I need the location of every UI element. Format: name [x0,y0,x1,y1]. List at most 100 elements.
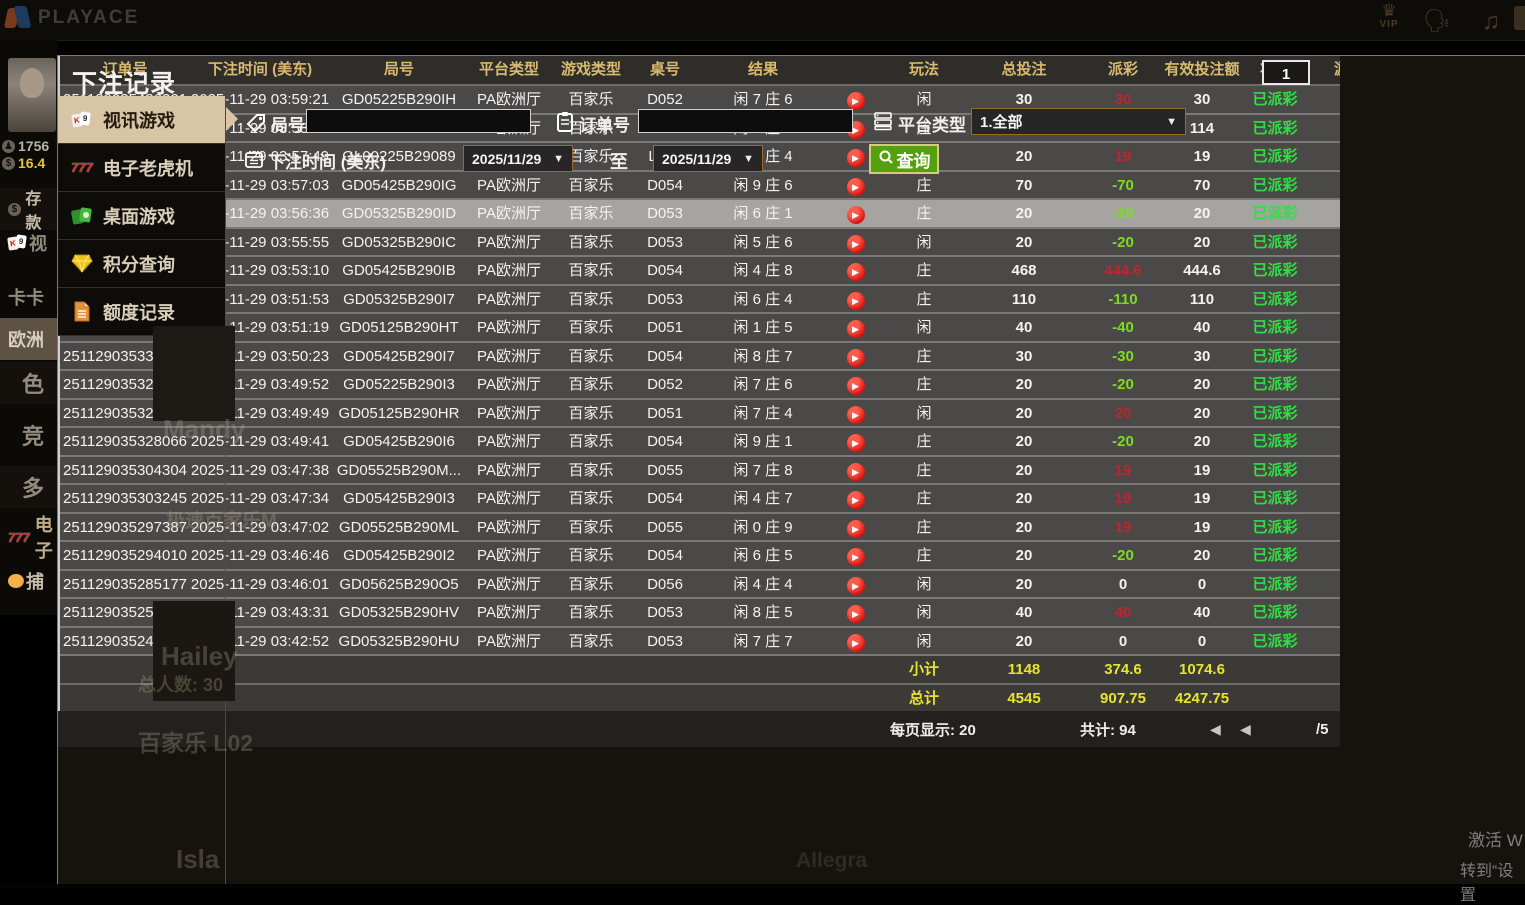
sidebar-item-jing[interactable]: 竞 [0,414,57,456]
cell-result: 闲 4 庄 7 [733,490,793,507]
avatar[interactable] [8,58,56,132]
menu-item-video-games[interactable]: K 9 视讯游戏 [58,96,238,144]
cell-total-bet: 20 [1015,547,1033,564]
play-icon[interactable]: ▶ [846,548,865,566]
play-icon[interactable]: ▶ [846,491,865,509]
play-icon[interactable]: ▶ [846,348,865,367]
sidebar-item-duo[interactable]: 多 [0,466,57,508]
cell-replay: ▶ [828,314,883,341]
order-no-input[interactable] [638,109,853,133]
table-row[interactable]: 251129035285177 2025-11-29 03:46:01 GD0562… [60,570,1340,599]
vip-icon[interactable]: ♛ VIP [1372,2,1406,30]
cell-platform: PA欧洲厅 [477,518,541,536]
cell-table_no: D053 [647,604,683,621]
play-icon[interactable]: ▶ [846,206,865,224]
game-no-input[interactable] [306,109,531,133]
status-badge: 已派彩 [1252,604,1298,621]
cell-payout: 19 [1114,461,1132,479]
foot-empty [1309,685,1340,711]
cell-valid-bet: 19 [1193,490,1211,507]
sidebar-item-kaka[interactable]: 卡卡 [0,276,57,318]
cell-game_no: GD05125B290HT [339,319,459,336]
support-chat-icon[interactable]: 🗣 [1420,8,1454,34]
date-from-select[interactable]: 2025/11/29 ▼ [463,145,573,172]
menu-item-slots[interactable]: 777 电子老虎机 [58,144,226,192]
table-row[interactable]: 251129035256572 2025-11-29 03:43:31 GD0532… [60,599,1340,628]
cell-game_no: GD05325B290IC [341,233,457,251]
column-header: 局号 [383,61,414,78]
cell-result: 闲 7 庄 4 [733,404,793,422]
column-header: 玩法 [908,61,939,78]
cell-platform: PA欧洲厅 [477,632,541,650]
cell-result: 闲 7 庄 6 [733,376,793,393]
cell-replay: ▶ [828,485,883,512]
sidebar-item-fishing[interactable]: 捕 [0,560,57,602]
cell-total-bet: 20 [1015,205,1033,222]
cell-method: 庄 [916,347,932,365]
table-row[interactable]: 251129035294010 2025-11-29 03:46:46 GD0542… [60,542,1340,571]
table-row[interactable]: 2511290353463652025-11-29 03:51:19GD0512… [60,314,1340,343]
page-number-input[interactable]: 1 [1262,60,1310,85]
table-row[interactable]: 2511290354114992025-11-29 03:57:03GD0542… [60,171,1340,200]
table-row[interactable]: 251129035329443 2025-11-29 03:49:49 GD0512… [60,399,1340,428]
brand-logo[interactable]: PLAYACE [3,6,139,30]
cell-platform: PA欧洲厅 [477,205,541,222]
cell-game [1309,428,1340,455]
play-icon[interactable]: ▶ [846,462,865,481]
table-row[interactable]: 2511290353534202025-11-29 03:51:53GD0532… [60,285,1340,314]
play-icon[interactable]: ▶ [846,149,865,167]
cell-game_type: 百家乐 [568,404,614,422]
sidebar-item-slots[interactable]: 777 电子 [0,515,57,561]
dealer-photo-bg [153,326,235,421]
status-badge: 已派彩 [1252,433,1298,450]
subtotal-row: 小计 1148 374.6 1074.6 [60,656,1340,685]
sidebar-item-europe[interactable]: 欧洲 [0,318,57,360]
status-badge: 已派彩 [1252,632,1298,650]
search-button[interactable]: 查询 [869,144,939,174]
play-icon[interactable]: ▶ [846,92,865,110]
cell-valid-bet: 19 [1193,518,1211,536]
sidebar-item-se[interactable]: 色 [0,362,57,404]
date-to-select[interactable]: 2025/11/29 ▼ [653,145,763,172]
more-icon[interactable] [1514,6,1525,30]
first-page-button[interactable]: ◀ [1210,721,1221,738]
play-icon[interactable]: ▶ [846,291,865,310]
table-row[interactable]: 2511290353684032025-11-29 03:53:10GD0542… [60,257,1340,286]
cell-platform: PA欧洲厅 [477,176,541,194]
cell-result: 闲 6 庄 4 [733,290,793,308]
cell-order: 251129035304304 [62,461,188,479]
cell-game_type: 百家乐 [568,233,614,251]
table-row[interactable]: 2511290353992052025-11-29 03:55:55GD0532… [60,228,1340,257]
play-icon[interactable]: ▶ [846,234,865,253]
cell-total-bet: 20 [1015,575,1033,593]
play-icon[interactable]: ▶ [846,576,865,595]
cell-result: 闲 6 庄 1 [733,205,793,222]
menu-item-points-query[interactable]: 积分查询 [58,240,226,288]
table-row[interactable]: 2511290354066792025-11-29 03:56:36GD0532… [60,200,1340,229]
play-icon[interactable]: ▶ [846,633,865,652]
platform-type-select[interactable]: 1.全部 ▼ [971,108,1186,135]
play-icon[interactable]: ▶ [846,605,865,623]
cell-table_no: D053 [647,632,683,650]
play-icon[interactable]: ▶ [846,405,865,424]
play-icon[interactable]: ▶ [846,177,865,196]
music-icon[interactable]: ♫ [1474,8,1508,35]
play-icon[interactable]: ▶ [846,519,865,538]
play-icon[interactable]: ▶ [846,263,865,281]
cell-result: 闲 5 庄 6 [733,233,793,251]
play-icon[interactable]: ▶ [846,320,865,338]
table-row[interactable]: 251129035335482 2025-11-29 03:50:23 GD0542… [60,342,1340,371]
prev-page-button[interactable]: ◀ [1240,721,1251,738]
play-icon[interactable]: ▶ [846,377,865,395]
sidebar-item-video[interactable]: K9视 [0,222,57,264]
table-row[interactable]: 251129035328066 2025-11-29 03:49:41 GD0542… [60,428,1340,457]
menu-item-table-games[interactable]: 桌面游戏 [58,192,226,240]
table-row[interactable]: 251129035329865 2025-11-29 03:49:52 GD0522… [60,371,1340,400]
cell-game [1309,343,1340,370]
cell-valid-bet: 20 [1193,404,1211,422]
play-icon[interactable]: ▶ [846,434,865,452]
menu-divider [225,96,226,885]
table-row[interactable]: 251129035304304 2025-11-29 03:47:38 GD0552… [60,456,1340,485]
cell-platform: PA欧洲厅 [477,575,541,593]
table-row[interactable]: 251129035249380 2025-11-29 03:42:52 GD0532… [60,627,1340,656]
